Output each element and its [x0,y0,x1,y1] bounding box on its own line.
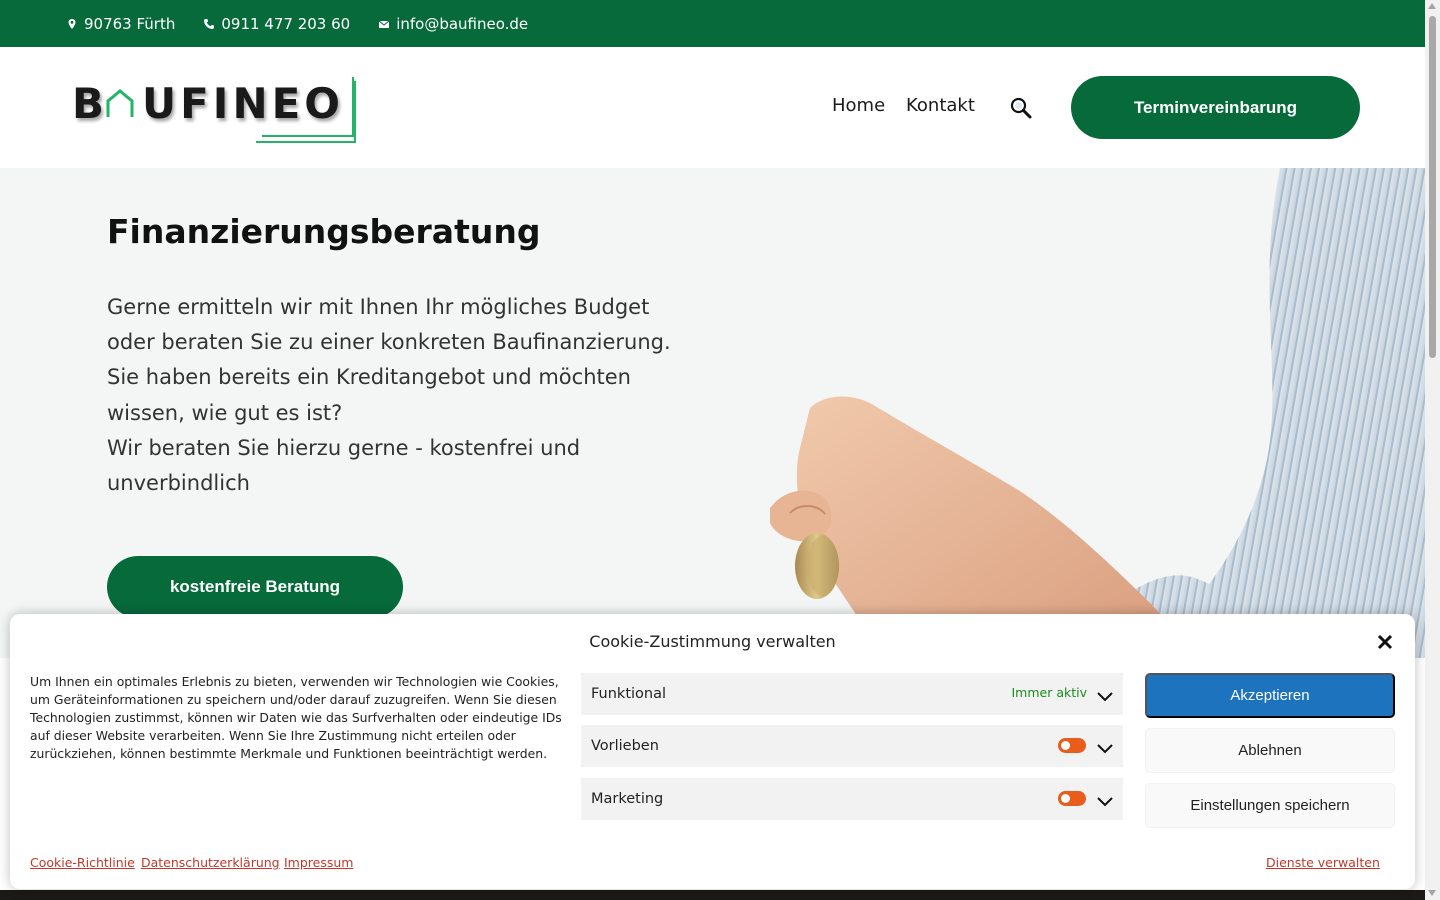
page: 90763 Fürth 0911 477 203 60 info@baufine… [0,0,1440,900]
accept-button[interactable]: Akzeptieren [1145,673,1395,718]
logo-text: B UFINEO [72,79,344,128]
nav-home-link[interactable]: Home [832,95,885,116]
free-consultation-button[interactable]: kostenfreie Beratung [107,556,403,618]
scroll-up-arrow-icon[interactable] [1428,3,1436,9]
email-item[interactable]: info@baufineo.de [378,15,528,33]
phone-icon [203,18,215,30]
category-vorlieben[interactable]: Vorlieben [581,725,1123,767]
category-label: Funktional [591,686,667,702]
chevron-down-icon[interactable] [1097,740,1113,756]
hero-copy-line: unverbindlich [107,471,250,496]
hero-copy-line: Wir beraten Sie hierzu gerne - kostenfre… [107,435,581,460]
contact-topbar: 90763 Fürth 0911 477 203 60 info@baufine… [0,0,1425,47]
scroll-down-arrow-icon[interactable] [1428,890,1436,896]
search-icon[interactable] [1009,96,1033,120]
address-text: 90763 Fürth [84,14,176,33]
save-settings-button[interactable]: Einstellungen speichern [1145,783,1395,828]
envelope-icon [378,18,390,30]
category-marketing[interactable]: Marketing [581,778,1123,820]
hero-title: Finanzierungsberatung [107,212,541,251]
chevron-down-icon[interactable] [1097,793,1113,809]
deny-button[interactable]: Ablehnen [1145,728,1395,773]
scrollbar-thumb[interactable] [1429,16,1436,358]
always-active-label: Immer aktiv [1011,685,1087,700]
phone-item[interactable]: 0911 477 203 60 [203,15,350,33]
next-section-edge [0,890,1425,900]
imprint-link[interactable]: Impressum [284,855,353,870]
privacy-policy-link[interactable]: Datenschutzerklärung [141,855,280,870]
hero-copy-line: Gerne ermitteln wir mit Ihnen Ihr möglic… [107,295,650,319]
baufineo-logo[interactable]: B UFINEO [72,77,362,145]
address-item: 90763 Fürth [66,15,175,33]
cookie-dialog-title: Cookie-Zustimmung verwalten [589,632,836,651]
appointment-button[interactable]: Terminvereinbarung [1071,76,1360,139]
hero-description: Gerne ermitteln wir mit Ihnen Ihr möglic… [107,290,727,501]
category-label: Marketing [591,791,664,807]
hero-copy-line: oder beraten Sie zu einer konkreten Bauf… [107,330,671,355]
phone-text[interactable]: 0911 477 203 60 [221,15,350,33]
site-header: B UFINEO Home Kontakt Terminvereinbarung [0,47,1425,168]
manage-services-link[interactable]: Dienste verwalten [1266,855,1380,870]
chevron-down-icon[interactable] [1097,688,1113,704]
cookie-consent-dialog: Cookie-Zustimmung verwalten Um Ihnen ein… [10,614,1415,889]
cookie-message: Um Ihnen ein optimales Erlebnis zu biete… [30,674,562,761]
close-icon[interactable] [1375,632,1395,652]
email-text[interactable]: info@baufineo.de [396,15,528,33]
hand-with-coin-image [770,168,1425,658]
vorlieben-toggle[interactable] [1058,738,1086,753]
hero-copy-line: Sie haben bereits ein Kreditangebot und … [107,365,631,390]
map-pin-icon [66,18,78,30]
cookie-policy-link[interactable]: Cookie-Richtlinie [30,855,135,870]
nav-kontakt-link[interactable]: Kontakt [906,95,975,116]
hero-copy-line: wissen, wie gut es ist? [107,400,343,425]
hero-section: Finanzierungsberatung Gerne ermitteln wi… [0,168,1425,658]
category-funktional[interactable]: Funktional Immer aktiv [581,673,1123,715]
marketing-toggle[interactable] [1058,791,1086,806]
page-scrollbar[interactable] [1425,0,1440,900]
category-label: Vorlieben [591,738,659,754]
